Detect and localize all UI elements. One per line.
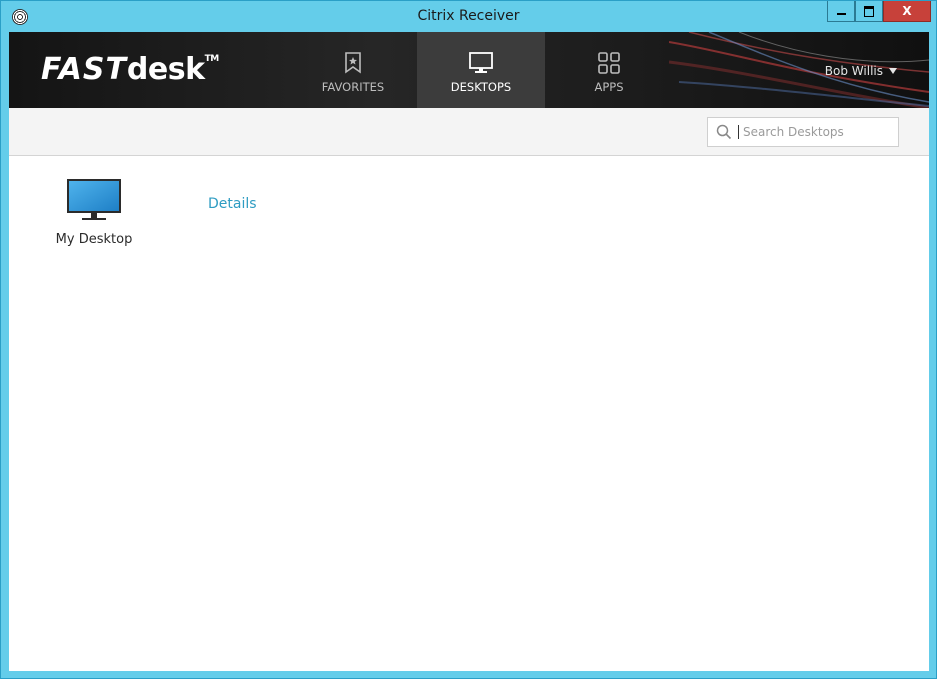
monitor-icon: [67, 179, 121, 220]
logo-trademark: TM: [204, 54, 220, 64]
grid-icon: [598, 52, 620, 74]
search-icon: [716, 124, 732, 140]
maximize-button[interactable]: [855, 1, 883, 22]
user-name: Bob Willis: [824, 64, 883, 78]
search-box[interactable]: [707, 117, 899, 147]
details-link[interactable]: Details: [208, 196, 257, 212]
tab-desktops-label: DESKTOPS: [450, 80, 512, 94]
desktop-name: My Desktop: [55, 232, 133, 247]
logo-fast: FAST: [41, 52, 127, 87]
desktop-tile[interactable]: My Desktop: [49, 178, 139, 247]
desktops-list: My Desktop Details: [9, 156, 929, 671]
bookmark-icon: [345, 52, 361, 74]
close-button[interactable]: X: [883, 1, 931, 22]
window-title: Citrix Receiver: [417, 8, 520, 24]
tab-favorites-label: FAVORITES: [321, 80, 385, 94]
search-input[interactable]: [743, 125, 893, 139]
client-area: FASTdeskTM FAVORITES DESKTOPS APPS Bob W…: [9, 32, 929, 671]
tab-apps[interactable]: APPS: [545, 32, 673, 108]
header-bar: FASTdeskTM FAVORITES DESKTOPS APPS Bob W…: [9, 32, 929, 108]
window-controls: X: [827, 1, 931, 23]
tab-favorites[interactable]: FAVORITES: [289, 32, 417, 108]
chevron-down-icon: [889, 68, 897, 74]
minimize-button[interactable]: [827, 1, 855, 22]
app-window: Citrix Receiver X FASTdeskTM FAVORITES D…: [0, 0, 937, 679]
toolbar: [9, 108, 929, 156]
monitor-icon: [469, 52, 493, 73]
fastdesk-logo: FASTdeskTM: [41, 52, 219, 87]
user-menu[interactable]: Bob Willis: [825, 64, 897, 78]
text-cursor: [738, 125, 739, 139]
minimize-icon: [836, 13, 846, 15]
maximize-icon: [864, 5, 874, 17]
tab-desktops[interactable]: DESKTOPS: [417, 32, 545, 108]
logo-desk: desk: [126, 52, 205, 87]
title-bar[interactable]: Citrix Receiver X: [1, 1, 936, 33]
main-nav: FAVORITES DESKTOPS APPS: [289, 32, 673, 108]
tab-apps-label: APPS: [594, 80, 624, 94]
